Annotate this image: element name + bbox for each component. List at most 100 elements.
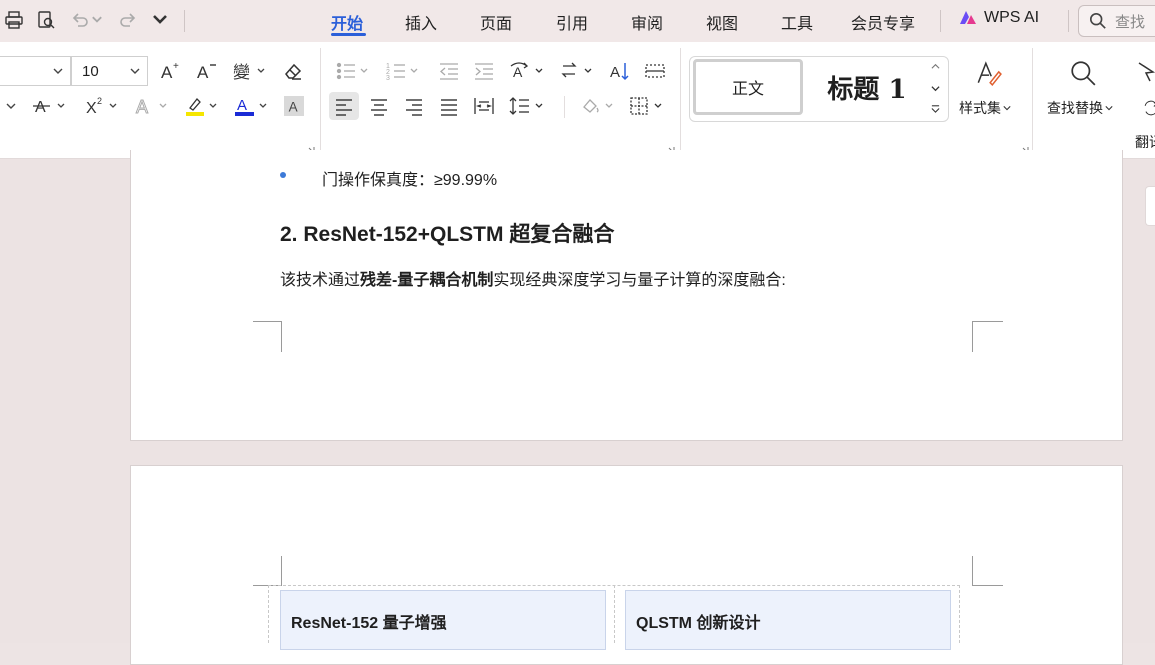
tab-review[interactable]: 审阅 xyxy=(631,10,663,34)
ribbon-group-divider xyxy=(564,96,565,118)
table-column-divider xyxy=(614,585,616,643)
page-crop-mark xyxy=(972,556,1003,586)
tab-page[interactable]: 页面 xyxy=(480,10,512,34)
find-replace-button[interactable]: 查找替换 xyxy=(1047,98,1113,118)
redo-icon[interactable] xyxy=(116,8,140,32)
borders-icon[interactable] xyxy=(628,94,666,118)
search-input[interactable]: 查找 xyxy=(1078,5,1155,37)
strikethrough-icon[interactable]: A xyxy=(30,94,70,118)
tab-home[interactable]: 开始 xyxy=(331,10,363,34)
decrease-indent-icon[interactable] xyxy=(437,59,461,83)
find-replace-icon[interactable] xyxy=(1068,58,1098,88)
toolbar-separator xyxy=(940,10,941,32)
chevron-down-icon xyxy=(1003,106,1011,111)
section-heading: 2. ResNet-152+QLSTM 超复合融合 xyxy=(280,223,615,246)
style-set-label: 样式集 xyxy=(959,100,1001,116)
chevron-down-icon xyxy=(53,68,63,74)
ribbon-home: 10 A + A 變 A X2 A A A 123 A A 正文 标题 1 样式… xyxy=(0,42,1155,159)
font-size-combo[interactable]: 10 xyxy=(71,56,148,86)
tab-insert[interactable]: 插入 xyxy=(405,10,437,34)
style-normal[interactable]: 正文 xyxy=(693,59,803,115)
chevron-down-icon xyxy=(931,86,940,92)
align-right-icon[interactable] xyxy=(402,94,426,118)
bullet-icon xyxy=(280,172,286,178)
bullet-list-item: 门操作保真度：≥99.99% xyxy=(322,172,498,189)
text-effects-icon[interactable]: A xyxy=(132,94,172,118)
wps-ai-logo-icon xyxy=(960,11,976,24)
tab-references[interactable]: 引用 xyxy=(556,10,588,34)
ribbon-group-divider xyxy=(1032,48,1033,152)
sort-az-icon[interactable]: A xyxy=(608,59,632,83)
shading-fill-icon[interactable] xyxy=(578,94,616,118)
align-left-button[interactable] xyxy=(329,92,359,120)
clear-formatting-eraser-icon[interactable] xyxy=(281,59,305,83)
distribute-align-icon[interactable] xyxy=(472,94,496,118)
translate-label: 翻译 xyxy=(1135,134,1155,150)
style-set-button[interactable]: 样式集 xyxy=(959,98,1011,118)
toolbar-separator xyxy=(184,10,185,32)
chevron-down-icon xyxy=(130,68,140,74)
table-cell[interactable]: ResNet-152 量子增强 xyxy=(280,590,606,650)
document-page-1[interactable] xyxy=(130,150,1123,441)
show-paragraph-marks-icon[interactable] xyxy=(643,59,667,83)
font-color-icon[interactable]: A xyxy=(232,94,272,118)
line-spacing-icon[interactable] xyxy=(508,94,546,118)
table-cell[interactable]: QLSTM 创新设计 xyxy=(625,590,951,650)
svg-text:A: A xyxy=(35,99,46,116)
side-panel-toggle[interactable] xyxy=(1145,186,1155,226)
align-left-icon xyxy=(336,99,352,116)
page-crop-mark xyxy=(253,321,282,352)
toolbar-separator xyxy=(1068,10,1069,32)
paragraph-text: 该技术通过 xyxy=(280,272,361,289)
select-cursor-icon[interactable] xyxy=(1133,58,1155,88)
tab-tools[interactable]: 工具 xyxy=(781,10,813,34)
print-icon[interactable] xyxy=(2,8,26,32)
svg-text:A: A xyxy=(513,64,523,80)
svg-text:A: A xyxy=(237,97,247,114)
svg-text:3: 3 xyxy=(386,75,390,82)
svg-text:A: A xyxy=(289,99,298,114)
svg-text:X: X xyxy=(86,100,97,117)
tab-view[interactable]: 视图 xyxy=(706,10,738,34)
superscript-icon[interactable]: X2 xyxy=(82,94,122,118)
justify-icon[interactable] xyxy=(437,94,461,118)
increase-indent-icon[interactable] xyxy=(472,59,496,83)
undo-icon[interactable] xyxy=(68,8,92,32)
style-heading-1[interactable]: 标题 1 xyxy=(812,59,922,115)
text-direction-icon[interactable]: A xyxy=(508,59,546,83)
svg-text:A: A xyxy=(161,63,173,82)
decrease-font-size-icon[interactable]: A xyxy=(194,59,220,83)
paragraph-text: 实现经典深度学习与量子计算的深度融合: xyxy=(493,272,786,289)
wps-ai-button[interactable]: WPS AI xyxy=(958,8,1039,28)
style-gallery-scroll[interactable] xyxy=(929,60,943,118)
character-shading-icon[interactable]: A xyxy=(284,96,304,116)
more-quick-actions-chevron-icon[interactable] xyxy=(148,8,172,32)
chevron-down-icon[interactable] xyxy=(2,94,20,118)
undo-dropdown-chevron-icon[interactable] xyxy=(90,8,104,32)
svg-text:A: A xyxy=(136,97,148,117)
align-center-icon[interactable] xyxy=(367,94,391,118)
sort-direction-icon[interactable] xyxy=(558,59,596,83)
increase-font-size-icon[interactable]: A + xyxy=(158,59,184,83)
print-preview-icon[interactable] xyxy=(34,8,58,32)
ribbon-group-divider xyxy=(320,48,321,152)
search-icon xyxy=(1089,12,1106,29)
phonetic-guide-icon[interactable]: 變 xyxy=(230,59,268,83)
chevron-up-icon xyxy=(931,63,940,69)
chevron-down-icon xyxy=(1105,106,1113,111)
highlight-color-icon[interactable] xyxy=(182,94,222,118)
active-tab-indicator xyxy=(331,33,366,36)
find-replace-label: 查找替换 xyxy=(1047,100,1103,116)
paragraph-bold-text: 残差-量子耦合机制 xyxy=(360,272,494,289)
table-cell-title: QLSTM 创新设计 xyxy=(636,615,761,632)
svg-text:A: A xyxy=(197,63,209,82)
tab-member[interactable]: 会员专享 xyxy=(851,10,915,34)
expand-gallery-icon xyxy=(931,105,940,113)
bullet-list-icon[interactable] xyxy=(335,59,371,83)
translate-icon[interactable] xyxy=(1143,96,1155,120)
search-placeholder: 查找 xyxy=(1115,13,1146,31)
style-set-icon[interactable] xyxy=(973,58,1003,88)
table-cell-title: ResNet-152 量子增强 xyxy=(291,615,447,632)
numbered-list-icon[interactable]: 123 xyxy=(385,59,421,83)
font-name-combo[interactable] xyxy=(0,56,71,86)
